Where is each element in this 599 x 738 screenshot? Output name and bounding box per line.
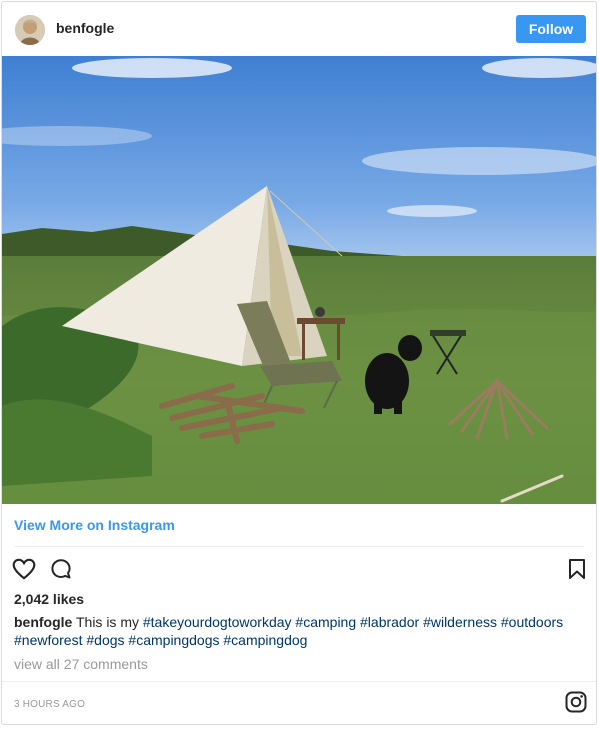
hashtag[interactable]: #camping <box>295 614 356 630</box>
post-header: benfogle Follow <box>2 2 596 56</box>
hashtag[interactable]: #labrador <box>360 614 419 630</box>
avatar-image <box>15 15 45 45</box>
post-photo[interactable] <box>2 56 596 504</box>
likes-count[interactable]: 2,042 likes <box>14 591 84 607</box>
instagram-embed-card: benfogle Follow View More on Instagram 2… <box>1 1 597 725</box>
hashtag[interactable]: #takeyourdogtoworkday <box>143 614 292 630</box>
header-username[interactable]: benfogle <box>56 20 114 36</box>
caption-username[interactable]: benfogle <box>14 614 72 630</box>
avatar[interactable] <box>15 15 45 45</box>
post-timestamp: 3 hours ago <box>14 699 86 710</box>
footer-divider <box>2 681 596 682</box>
heart-icon[interactable] <box>11 556 37 587</box>
hashtag[interactable]: #wilderness <box>423 614 497 630</box>
comment-icon[interactable] <box>49 557 73 586</box>
caption-text: This is my <box>72 614 143 630</box>
instagram-logo-icon[interactable] <box>564 690 588 719</box>
divider <box>14 546 584 547</box>
hashtag[interactable]: #outdoors <box>501 614 563 630</box>
view-comments-link[interactable]: view all 27 comments <box>14 656 148 672</box>
hashtag[interactable]: #dogs <box>86 632 124 648</box>
hashtag[interactable]: #campingdogs <box>128 632 219 648</box>
follow-button[interactable]: Follow <box>516 15 586 43</box>
bookmark-icon[interactable] <box>567 558 587 585</box>
caption: benfogle This is my #takeyourdogtoworkda… <box>14 613 586 649</box>
hashtag[interactable]: #newforest <box>14 632 82 648</box>
hashtag[interactable]: #campingdog <box>223 632 307 648</box>
view-more-link[interactable]: View More on Instagram <box>14 517 175 533</box>
camping-photo <box>2 56 596 504</box>
